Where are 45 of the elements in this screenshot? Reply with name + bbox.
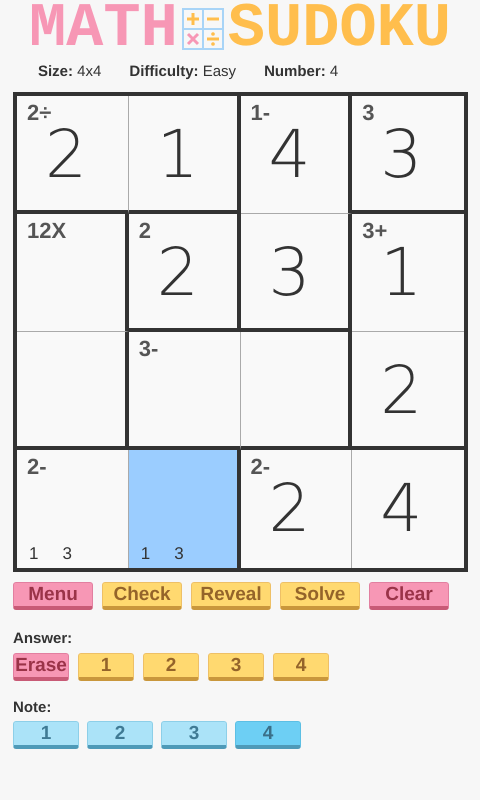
answer-button[interactable]: 3: [208, 652, 264, 680]
cage-label: 2÷: [27, 102, 52, 124]
cell-value: 2: [156, 240, 199, 306]
note-digit: 3: [174, 542, 184, 564]
cell-value: 3: [380, 122, 422, 188]
grid-cell[interactable]: [240, 332, 352, 450]
cage-label: 3-: [138, 338, 158, 360]
action-button[interactable]: Solve: [280, 582, 360, 610]
answer-button[interactable]: 1: [78, 652, 134, 680]
grid-cell[interactable]: 1 3: [128, 450, 240, 568]
cage-label: 2-: [27, 456, 47, 478]
cell-value: 4: [268, 122, 310, 188]
grid-cell[interactable]: 1: [128, 96, 240, 214]
logo-text: SUDOKU: [228, 0, 452, 60]
answer-button[interactable]: 4: [273, 652, 329, 680]
cell-value: 2: [268, 476, 310, 542]
cage-label: 3+: [362, 220, 388, 242]
answer-button[interactable]: 2: [143, 652, 199, 680]
grid-cell[interactable]: [17, 332, 129, 450]
info-text: Number: 4: [264, 62, 338, 82]
cage-label: 3: [362, 102, 374, 124]
cell-value: 3: [268, 240, 310, 306]
info-text: Size: 4x4: [38, 62, 102, 82]
cell-value: 2: [380, 358, 422, 424]
action-button[interactable]: Check: [102, 582, 182, 610]
cell-value: 4: [380, 476, 422, 542]
note-digit: 1: [140, 542, 150, 564]
cell-value: 1: [380, 240, 422, 306]
cage-label: 12X: [27, 220, 66, 242]
section-label: Answer:: [12, 629, 74, 649]
cage-label: 1-: [250, 102, 270, 124]
note-digit: 3: [62, 542, 72, 564]
grid-cell[interactable]: 12X: [17, 214, 129, 332]
action-button[interactable]: Reveal: [191, 582, 271, 610]
cell-value: 1: [156, 122, 199, 188]
cell-value: 2: [45, 122, 87, 188]
info-text: Difficulty: Easy: [129, 62, 236, 82]
grid-cell[interactable]: 3: [240, 214, 352, 332]
note-digit: 1: [29, 542, 38, 564]
grid-cell[interactable]: 3-: [128, 332, 240, 450]
cage-label: 2: [138, 220, 151, 242]
math-symbols-icon: [182, 8, 224, 50]
section-label: Note:: [12, 698, 52, 718]
logo-text: MATH: [28, 0, 178, 60]
cage-label: 2-: [250, 456, 270, 478]
